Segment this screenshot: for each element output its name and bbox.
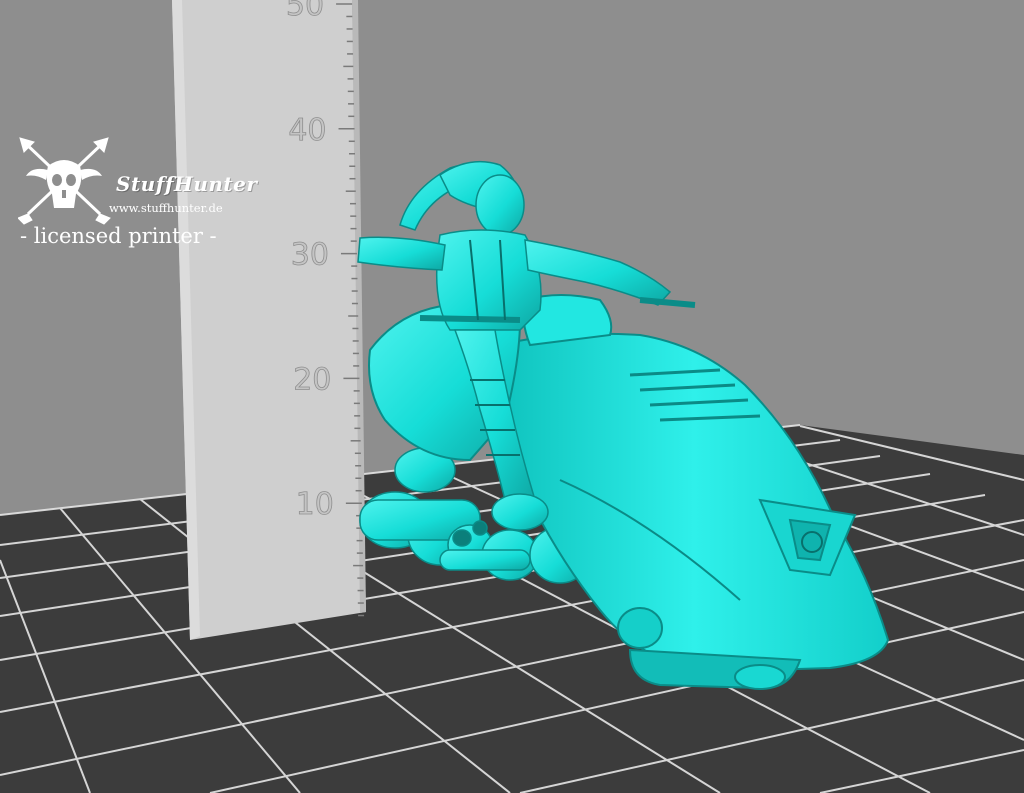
render-viewport: 10 20 30 40 50 (0, 0, 1024, 793)
stuffhunter-watermark: StuffHunter www.stuffhunter.de - license… (18, 136, 257, 256)
ruler-label: 50 (286, 0, 324, 23)
watermark-url: www.stuffhunter.de (109, 201, 223, 215)
ruler-label: 20 (293, 362, 331, 397)
ruler-label: 40 (288, 113, 326, 148)
watermark-license-text: - licensed printer - (20, 224, 217, 248)
ruler-label: 10 (296, 487, 334, 522)
height-ruler (172, 0, 366, 640)
watermark-brand-name: StuffHunter (116, 172, 258, 196)
stuffhunter-skull-logo (18, 137, 111, 225)
ruler-label: 30 (291, 238, 329, 273)
